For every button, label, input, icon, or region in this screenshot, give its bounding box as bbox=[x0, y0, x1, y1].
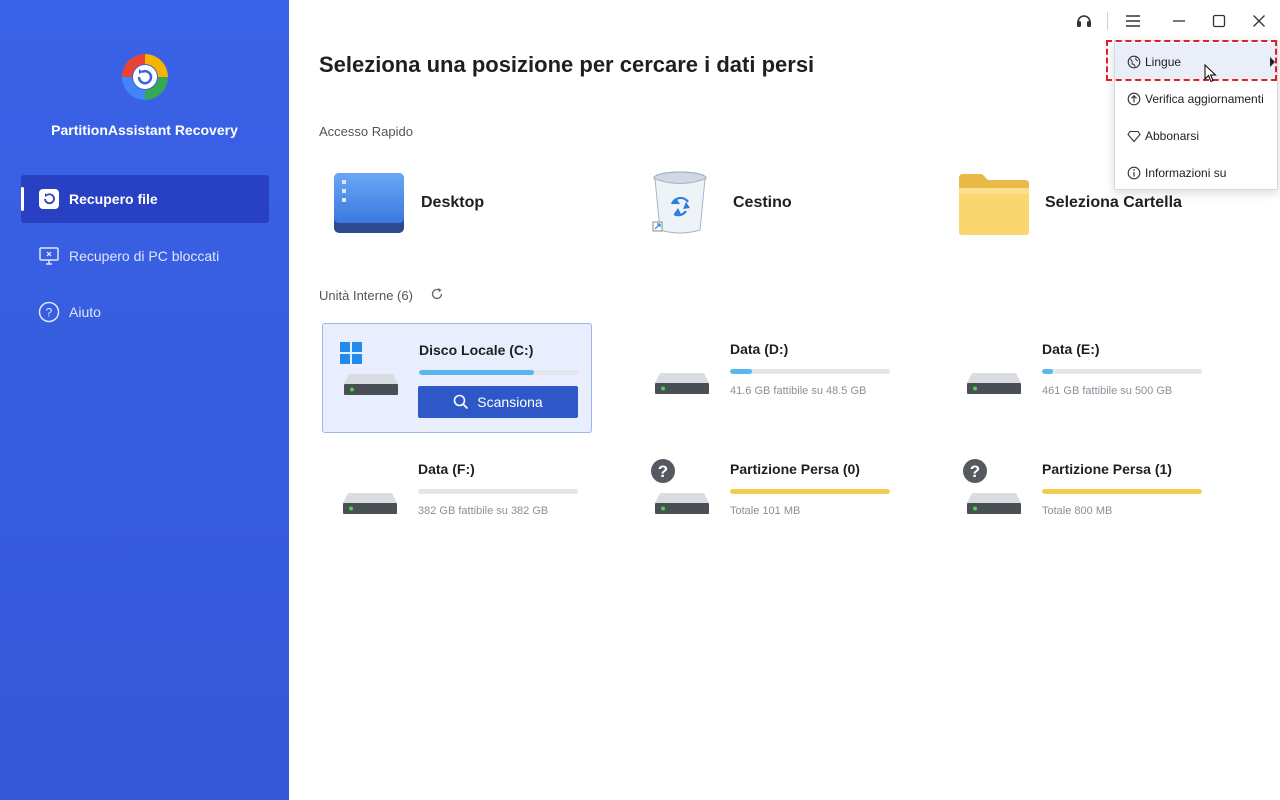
monitor-icon bbox=[37, 244, 61, 268]
drive-name: Disco Locale (C:) bbox=[419, 342, 534, 358]
drive-card[interactable]: Data (D:) 41.6 GB fattibile su 48.5 GB bbox=[634, 323, 904, 433]
drive-usage-fill bbox=[1042, 489, 1202, 494]
sidebar-item-recupero-pc-bloccati[interactable]: Recupero di PC bloccati bbox=[21, 232, 269, 280]
scan-button-label: Scansiona bbox=[477, 394, 543, 410]
support-headset-icon[interactable] bbox=[1071, 8, 1097, 34]
question-mark-icon: ? bbox=[651, 459, 675, 483]
drive-usage-fill bbox=[730, 369, 753, 374]
svg-text:?: ? bbox=[658, 462, 668, 481]
drive-capacity-text: 382 GB fattibile su 382 GB bbox=[418, 505, 549, 517]
minimize-icon[interactable] bbox=[1166, 8, 1192, 34]
recycle-bin-icon bbox=[652, 171, 707, 234]
drive-usage-bar bbox=[418, 489, 578, 494]
drive-card[interactable]: ? Partizione Persa (1) Totale 800 MB bbox=[946, 443, 1216, 553]
drive-capacity-text: Totale 800 MB bbox=[1042, 505, 1113, 517]
desktop-icon bbox=[334, 173, 404, 233]
search-icon bbox=[453, 394, 469, 410]
menu-item-label: Lingue bbox=[1145, 54, 1182, 69]
main-menu-dropdown: Lingue Verifica aggiornamenti Abbonarsi … bbox=[1114, 40, 1278, 190]
drive-name: Partizione Persa (1) bbox=[1042, 461, 1172, 477]
mouse-cursor-icon bbox=[1204, 64, 1217, 83]
page-title: Seleziona una posizione per cercare i da… bbox=[319, 52, 815, 77]
question-mark-icon: ? bbox=[963, 459, 987, 483]
quick-access-label-cestino: Cestino bbox=[733, 194, 792, 211]
drive-capacity-text: Totale 101 MB bbox=[730, 505, 801, 517]
sidebar-item-label: Recupero di PC bloccati bbox=[69, 248, 220, 264]
quick-access-label-desktop: Desktop bbox=[421, 194, 485, 211]
drive-card[interactable]: ? Partizione Persa (0) Totale 101 MB bbox=[634, 443, 904, 553]
menu-item-lingue[interactable]: Lingue bbox=[1115, 43, 1277, 80]
sidebar: PartitionAssistant Recovery Recupero fil… bbox=[0, 0, 289, 800]
drive-usage-bar bbox=[419, 370, 579, 375]
hard-drive-icon bbox=[655, 493, 709, 514]
drive-card[interactable]: Disco Locale (C:) Scansiona bbox=[322, 323, 592, 433]
globe-icon bbox=[1127, 55, 1141, 68]
restore-file-icon bbox=[37, 187, 61, 211]
hard-drive-icon bbox=[655, 373, 709, 394]
drive-usage-bar bbox=[730, 489, 890, 494]
drive-name: Data (D:) bbox=[730, 341, 789, 357]
menu-hamburger-icon[interactable] bbox=[1120, 8, 1146, 34]
menu-item-informazioni-su[interactable]: Informazioni su bbox=[1115, 154, 1277, 191]
info-icon bbox=[1127, 166, 1141, 179]
menu-item-label: Verifica aggiornamenti bbox=[1145, 91, 1264, 106]
quick-access-desktop[interactable]: Desktop bbox=[319, 168, 619, 238]
drive-capacity-text: 461 GB fattibile su 500 GB bbox=[1042, 385, 1173, 397]
hard-drive-icon bbox=[967, 373, 1021, 394]
drive-name: Data (F:) bbox=[418, 461, 475, 477]
sidebar-item-label: Aiuto bbox=[69, 304, 101, 320]
svg-text:?: ? bbox=[46, 306, 53, 320]
drive-card[interactable]: Data (F:) 382 GB fattibile su 382 GB bbox=[322, 443, 592, 553]
drive-capacity-text: 41.6 GB fattibile su 48.5 GB bbox=[730, 385, 867, 397]
sidebar-item-recupero-file[interactable]: Recupero file bbox=[21, 175, 269, 223]
app-logo-icon bbox=[122, 54, 168, 100]
hard-drive-icon bbox=[344, 374, 398, 395]
drive-name: Data (E:) bbox=[1042, 341, 1100, 357]
app-name: PartitionAssistant Recovery bbox=[51, 122, 238, 138]
drives-section-label: Unità Interne (6) bbox=[319, 288, 413, 303]
drive-card[interactable]: Data (E:) 461 GB fattibile su 500 GB bbox=[946, 323, 1216, 433]
folder-icon bbox=[959, 174, 1029, 235]
help-icon: ? bbox=[37, 300, 61, 324]
scan-button[interactable]: Scansiona bbox=[418, 386, 578, 418]
quick-access-cestino[interactable]: Cestino bbox=[640, 168, 940, 238]
drive-usage-fill bbox=[730, 489, 890, 494]
menu-item-verifica-aggiornamenti[interactable]: Verifica aggiornamenti bbox=[1115, 80, 1277, 117]
menu-item-abbonarsi[interactable]: Abbonarsi bbox=[1115, 117, 1277, 154]
drive-usage-bar bbox=[730, 369, 890, 374]
drive-usage-bar bbox=[1042, 489, 1202, 494]
drive-usage-fill bbox=[419, 370, 535, 375]
drive-usage-fill bbox=[1042, 369, 1054, 374]
svg-text:?: ? bbox=[970, 462, 980, 481]
toolbar-divider bbox=[1107, 12, 1108, 30]
hard-drive-icon bbox=[967, 493, 1021, 514]
maximize-icon[interactable] bbox=[1206, 8, 1232, 34]
close-icon[interactable] bbox=[1246, 8, 1272, 34]
drive-usage-bar bbox=[1042, 369, 1202, 374]
hard-drive-icon bbox=[343, 493, 397, 514]
sidebar-item-aiuto[interactable]: ? Aiuto bbox=[21, 288, 269, 336]
quick-access-label: Accesso Rapido bbox=[319, 124, 413, 139]
refresh-icon[interactable] bbox=[430, 287, 444, 301]
menu-item-label: Abbonarsi bbox=[1145, 128, 1200, 143]
drive-name: Partizione Persa (0) bbox=[730, 461, 860, 477]
submenu-arrow-icon bbox=[1270, 57, 1275, 67]
windows-logo-icon bbox=[340, 342, 362, 364]
sidebar-item-label: Recupero file bbox=[69, 191, 158, 207]
menu-item-label: Informazioni su bbox=[1145, 165, 1227, 180]
diamond-icon bbox=[1127, 130, 1141, 142]
update-icon bbox=[1127, 92, 1141, 105]
quick-access-label-cartella: Seleziona Cartella bbox=[1045, 194, 1182, 211]
